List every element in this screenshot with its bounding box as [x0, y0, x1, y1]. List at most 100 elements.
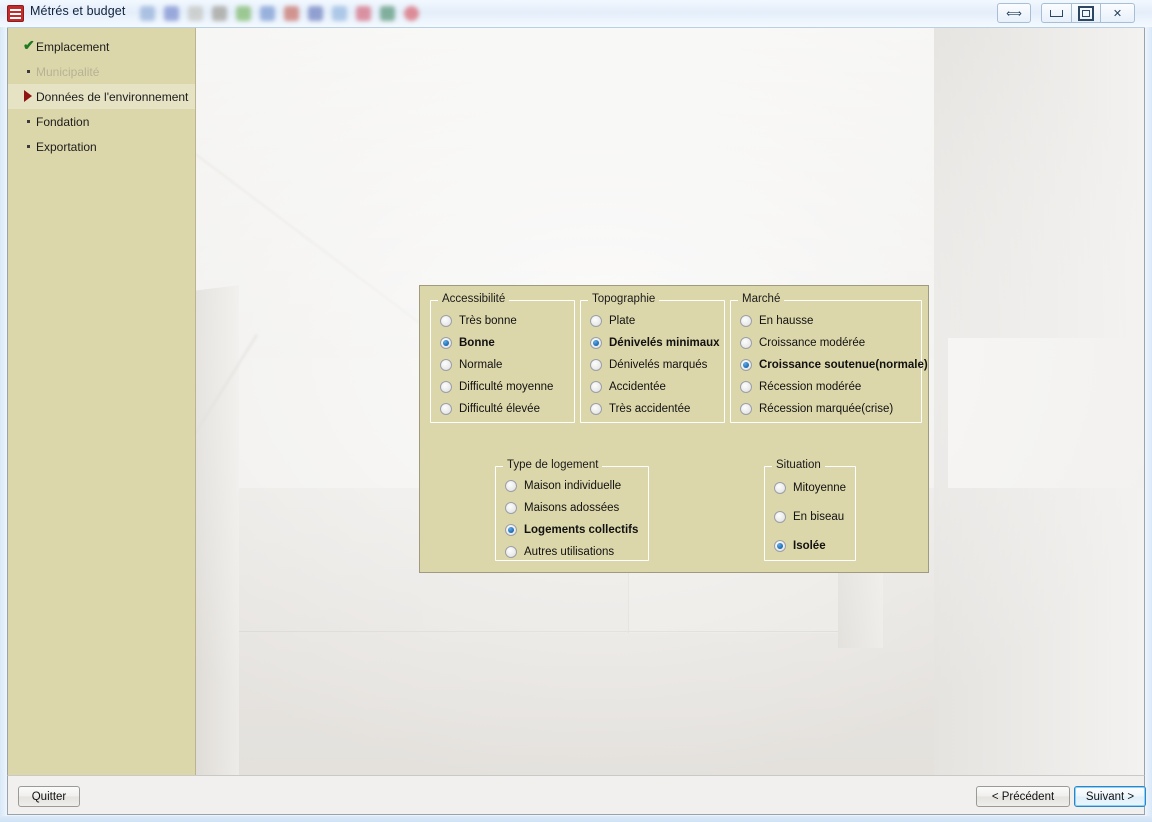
groupbox-legend: Accessibilité — [438, 293, 510, 305]
radio-label: Récession marquée(crise) — [759, 403, 894, 415]
radio-label: Plate — [609, 315, 636, 327]
radio-icon — [505, 502, 517, 514]
radio-option-tres-accidentee[interactable]: Très accidentée — [590, 398, 724, 420]
groupbox-marche: Marché En hausse Croissance modérée Croi… — [730, 293, 928, 423]
radio-icon — [590, 381, 602, 393]
radio-option-plate[interactable]: Plate — [590, 310, 724, 332]
radio-icon — [440, 359, 452, 371]
radio-label: Accidentée — [609, 381, 666, 393]
sidebar-item-fondation[interactable]: Fondation — [8, 109, 195, 134]
sidebar-item-label: Exportation — [36, 139, 97, 154]
radio-option-en-hausse[interactable]: En hausse — [740, 310, 921, 332]
groupbox-accessibilite: Accessibilité Très bonne Bonne Normale D… — [430, 293, 575, 423]
radio-option-deniveles-minimaux[interactable]: Dénivelés minimaux — [590, 332, 724, 354]
radio-label: Dénivelés minimaux — [609, 337, 720, 349]
radio-label: En biseau — [793, 510, 845, 523]
radio-icon — [774, 510, 786, 523]
sidebar-item-label: Emplacement — [36, 39, 110, 54]
environment-settings-panel: Accessibilité Très bonne Bonne Normale D… — [419, 285, 929, 573]
radio-label: Mitoyenne — [793, 481, 847, 494]
quit-button[interactable]: Quitter — [18, 786, 80, 807]
application-window: Métrés et budget ⟺ ✕ ✔ Emplacement Munic… — [0, 0, 1152, 822]
window-title: Métrés et budget — [30, 4, 126, 18]
sidebar-item-label: Municipalité — [36, 64, 100, 79]
window-right-edge — [1145, 27, 1152, 822]
radio-icon — [774, 481, 786, 494]
radio-option-recession-moderee[interactable]: Récession modérée — [740, 376, 921, 398]
radio-label: Très bonne — [459, 315, 517, 327]
client-area: ✔ Emplacement Municipalité Données de l'… — [7, 28, 1145, 788]
radio-icon-selected — [774, 539, 786, 552]
radio-option-maison-individuelle[interactable]: Maison individuelle — [505, 475, 648, 497]
quit-button-label: Quitter — [31, 790, 67, 803]
close-icon: ✕ — [1112, 7, 1123, 20]
radio-option-deniveles-marques[interactable]: Dénivelés marqués — [590, 354, 724, 376]
radio-option-mitoyenne[interactable]: Mitoyenne — [774, 473, 855, 502]
radio-option-recession-marquee[interactable]: Récession marquée(crise) — [740, 398, 921, 420]
radio-label: Maison individuelle — [524, 480, 622, 492]
ghost-icons-overlay — [140, 1, 460, 26]
next-button-label: Suivant > — [1085, 790, 1135, 803]
radio-label: Autres utilisations — [524, 546, 615, 558]
radio-label: Bonne — [459, 337, 495, 349]
sidebar-item-municipalite[interactable]: Municipalité — [8, 59, 195, 84]
radio-label: Normale — [459, 359, 503, 371]
radio-label: Très accidentée — [609, 403, 691, 415]
command-bar: Quitter < Précédent Suivant > — [7, 775, 1146, 815]
sidebar-item-label: Fondation — [36, 114, 90, 129]
radio-label: Croissance soutenue(normale) — [759, 359, 928, 371]
bullet-icon — [27, 145, 30, 148]
bullet-icon — [27, 120, 30, 123]
sidebar-item-exportation[interactable]: Exportation — [8, 134, 195, 159]
arrow-right-icon — [24, 90, 32, 102]
bullet-icon — [27, 70, 30, 73]
radio-icon-selected — [505, 524, 517, 536]
radio-label: Isolée — [793, 539, 826, 552]
minimize-icon — [1050, 9, 1063, 17]
wizard-sidebar: ✔ Emplacement Municipalité Données de l'… — [8, 28, 196, 776]
minimize-button[interactable] — [1041, 3, 1071, 23]
sidebar-item-emplacement[interactable]: ✔ Emplacement — [8, 34, 195, 59]
restore-down-button[interactable]: ⟺ — [997, 3, 1031, 23]
close-button[interactable]: ✕ — [1101, 3, 1135, 23]
radio-option-difficulte-moyenne[interactable]: Difficulté moyenne — [440, 376, 574, 398]
wizard-step-list: ✔ Emplacement Municipalité Données de l'… — [8, 28, 195, 159]
radio-option-difficulte-elevee[interactable]: Difficulté élevée — [440, 398, 574, 420]
radio-option-bonne[interactable]: Bonne — [440, 332, 574, 354]
restore-dual-icon: ⟺ — [1006, 7, 1022, 20]
radio-option-accidentee[interactable]: Accidentée — [590, 376, 724, 398]
radio-label: Difficulté moyenne — [459, 381, 554, 393]
previous-button[interactable]: < Précédent — [976, 786, 1070, 807]
radio-label: En hausse — [759, 315, 814, 327]
radio-option-croissance-moderee[interactable]: Croissance modérée — [740, 332, 921, 354]
radio-label: Récession modérée — [759, 381, 862, 393]
maximize-button[interactable] — [1071, 3, 1101, 23]
app-icon — [7, 5, 24, 22]
groupbox-legend: Topographie — [588, 293, 660, 305]
next-button[interactable]: Suivant > — [1074, 786, 1146, 807]
radio-option-normale[interactable]: Normale — [440, 354, 574, 376]
previous-button-label: < Précédent — [991, 790, 1055, 803]
radio-icon — [505, 480, 517, 492]
radio-option-autres-utilisations[interactable]: Autres utilisations — [505, 541, 648, 563]
sidebar-item-donnees-environnement[interactable]: Données de l'environnement — [8, 84, 195, 109]
radio-option-tres-bonne[interactable]: Très bonne — [440, 310, 574, 332]
radio-icon — [590, 315, 602, 327]
radio-icon — [740, 381, 752, 393]
radio-icon — [740, 403, 752, 415]
groupbox-topographie: Topographie Plate Dénivelés minimaux Dén… — [580, 293, 725, 423]
window-bottom-edge — [0, 816, 1152, 822]
radio-icon — [440, 381, 452, 393]
radio-option-en-biseau[interactable]: En biseau — [774, 502, 855, 531]
radio-label: Croissance modérée — [759, 337, 866, 349]
sidebar-item-label: Données de l'environnement — [36, 89, 189, 104]
maximize-icon — [1078, 5, 1094, 21]
radio-icon-selected — [740, 359, 752, 371]
radio-label: Logements collectifs — [524, 524, 639, 536]
groupbox-situation: Situation Mitoyenne En biseau Isolée — [764, 459, 856, 561]
radio-option-maisons-adossees[interactable]: Maisons adossées — [505, 497, 648, 519]
radio-option-isolee[interactable]: Isolée — [774, 531, 855, 560]
radio-option-croissance-soutenue[interactable]: Croissance soutenue(normale) — [740, 354, 928, 376]
radio-option-logements-collectifs[interactable]: Logements collectifs — [505, 519, 648, 541]
title-bar: Métrés et budget ⟺ ✕ — [0, 0, 1152, 28]
